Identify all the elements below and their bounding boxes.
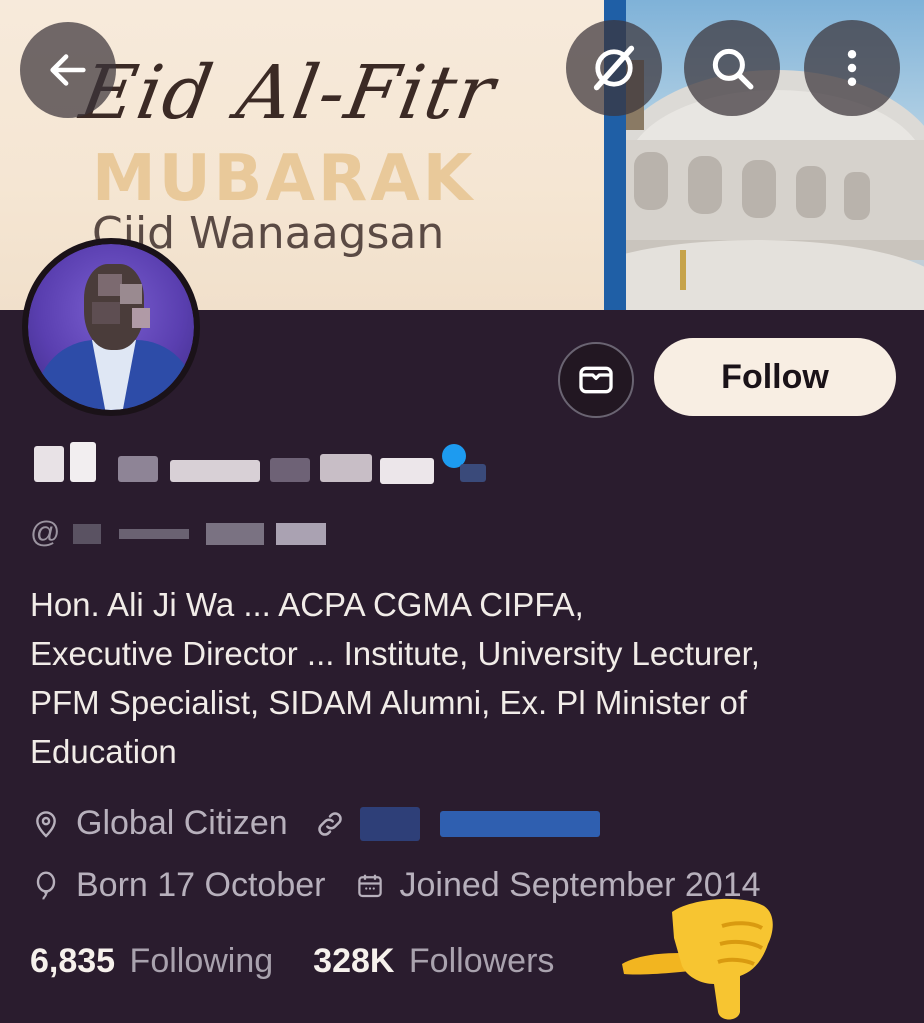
- followers-count: 328K: [313, 942, 395, 980]
- bio-line: Education: [30, 733, 177, 770]
- profile-avatar[interactable]: [22, 238, 200, 416]
- back-button[interactable]: [20, 22, 116, 118]
- link-icon: [317, 811, 342, 836]
- following-count: 6,835: [30, 942, 116, 980]
- redaction-block: [205, 523, 264, 546]
- bio-line: Hon. Ali Ji Wa ... ACPA CGMA CIPFA,: [30, 586, 584, 623]
- avatar-pixel-block: [92, 302, 120, 324]
- location-pin-icon: [36, 810, 56, 838]
- redaction-block: [380, 458, 434, 484]
- message-button[interactable]: [558, 342, 634, 418]
- grok-button[interactable]: [566, 20, 662, 116]
- profile-meta-row-1: Global Citizen: [30, 804, 600, 843]
- redaction-block: [460, 464, 486, 482]
- redaction-block: [118, 456, 158, 482]
- grok-icon: [593, 45, 635, 91]
- birthday-text: Born 17 October: [76, 866, 326, 904]
- location-item: Global Citizen: [30, 804, 288, 843]
- redaction-block: [170, 460, 260, 482]
- handle-prefix: @: [30, 516, 61, 549]
- banner-script-title: Eid Al-Fitr: [74, 50, 503, 136]
- bio-line: PFM Specialist, SIDAM Alumni, Ex. Pl Min…: [30, 684, 748, 721]
- arrow-left-icon: [50, 54, 86, 86]
- avatar-pixel-block: [132, 308, 150, 328]
- redaction-block: [275, 523, 326, 546]
- avatar-pixel-block: [120, 284, 142, 304]
- redaction-block: [320, 454, 372, 482]
- redaction-block: [72, 524, 101, 545]
- display-name-redacted: [30, 440, 490, 488]
- banner-headline: MUBARAK: [92, 142, 476, 216]
- envelope-icon: [579, 366, 613, 394]
- website-link-redacted[interactable]: [439, 810, 600, 837]
- birthday-item: Born 17 October: [30, 866, 325, 905]
- website-item[interactable]: [314, 806, 600, 841]
- bio-line: Executive Director ... Institute, Univer…: [30, 635, 760, 672]
- redaction-block: [70, 442, 96, 482]
- redaction-block: [119, 529, 190, 540]
- profile-screen: Eid Al-Fitr MUBARAK Ciid Wanaagsan Follo…: [0, 0, 924, 1023]
- avatar-photo: [28, 244, 194, 410]
- thumbs-down-icon: [622, 898, 773, 1020]
- followers-label: Followers: [408, 942, 555, 980]
- location-text: Global Citizen: [76, 804, 288, 842]
- following-label: Following: [129, 942, 274, 980]
- profile-handle: @: [30, 516, 326, 550]
- redaction-block: [270, 458, 310, 482]
- redaction-block: [34, 446, 64, 482]
- balloon-icon: [36, 870, 56, 899]
- website-link-redacted[interactable]: [359, 806, 420, 841]
- follow-stats: 6,835 Following 328K Followers: [30, 942, 554, 981]
- following-link[interactable]: 6,835 Following: [30, 942, 273, 981]
- profile-bio: Hon. Ali Ji Wa ... ACPA CGMA CIPFA, Exec…: [30, 580, 900, 776]
- more-options-button[interactable]: [804, 20, 900, 116]
- more-vertical-icon: [847, 50, 857, 86]
- search-button[interactable]: [684, 20, 780, 116]
- followers-link[interactable]: 328K Followers: [313, 942, 554, 981]
- calendar-icon: [358, 874, 383, 897]
- avatar-pixel-block: [98, 274, 122, 296]
- follow-button[interactable]: Follow: [654, 338, 896, 416]
- search-icon: [712, 48, 754, 90]
